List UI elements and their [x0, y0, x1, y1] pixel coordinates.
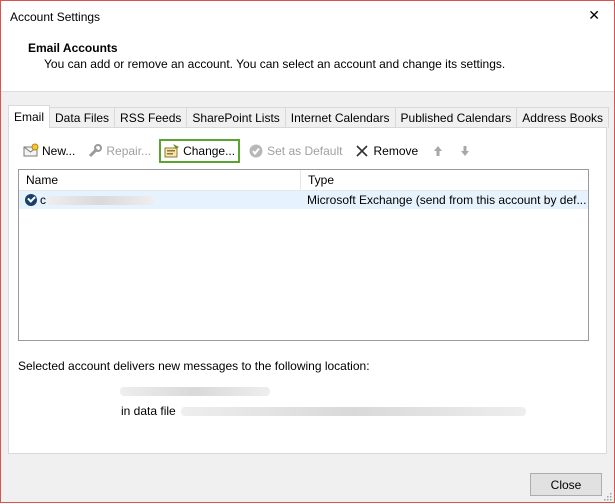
arrow-up-icon — [430, 143, 446, 159]
account-list[interactable]: Name Type c Microsoft Exchange (send fro… — [18, 169, 589, 341]
tab-internet-calendars[interactable]: Internet Calendars — [284, 107, 396, 128]
move-up-button[interactable] — [426, 141, 453, 161]
redacted-mailbox — [120, 387, 270, 396]
delivery-description: Selected account delivers new messages t… — [18, 359, 370, 373]
repair-button[interactable]: Repair... — [83, 141, 155, 161]
remove-button[interactable]: Remove — [350, 141, 422, 161]
set-as-default-label: Set as Default — [267, 144, 343, 158]
list-header: Name Type — [19, 170, 588, 191]
tab-email[interactable]: Email — [8, 105, 51, 128]
default-account-check-icon — [25, 194, 37, 206]
change-button[interactable]: Change... — [159, 139, 241, 163]
tab-sharepoint-lists[interactable]: SharePoint Lists — [186, 107, 286, 128]
move-down-button[interactable] — [453, 141, 480, 161]
column-header-type[interactable]: Type — [301, 170, 334, 190]
wrench-icon — [87, 143, 103, 159]
account-name-cell: c — [19, 193, 300, 207]
email-tab-panel: New... Repair... Change... Set as Defaul… — [8, 127, 607, 454]
new-button-label: New... — [42, 144, 76, 158]
arrow-down-icon — [457, 143, 473, 159]
dialog-header: Email Accounts You can add or remove an … — [1, 33, 614, 92]
account-toolbar: New... Repair... Change... Set as Defaul… — [19, 139, 484, 163]
tab-rss-feeds[interactable]: RSS Feeds — [114, 107, 188, 128]
header-subtitle: You can add or remove an account. You ca… — [44, 57, 506, 71]
close-button[interactable]: Close — [530, 473, 602, 496]
repair-button-label: Repair... — [106, 144, 152, 158]
column-header-name[interactable]: Name — [19, 170, 301, 190]
set-as-default-button[interactable]: Set as Default — [244, 141, 346, 161]
resize-grip-icon[interactable] — [602, 490, 612, 501]
redacted-data-file-path — [180, 406, 526, 416]
dialog-footer: Close — [1, 461, 614, 502]
delivery-location-line — [120, 385, 270, 399]
window-title: Account Settings — [10, 10, 101, 24]
redacted-account-name — [46, 195, 154, 205]
change-account-icon — [164, 143, 180, 159]
account-row[interactable]: c Microsoft Exchange (send from this acc… — [19, 191, 588, 209]
tab-strip: Email Data Files RSS Feeds SharePoint Li… — [8, 105, 609, 128]
tab-address-books[interactable]: Address Books — [516, 107, 609, 128]
data-file-label: in data file — [121, 404, 176, 418]
tab-data-files[interactable]: Data Files — [49, 107, 116, 128]
title-bar: Account Settings ✕ — [1, 1, 614, 33]
tab-published-calendars[interactable]: Published Calendars — [394, 107, 518, 128]
change-button-label: Change... — [183, 144, 236, 158]
new-account-icon — [23, 143, 39, 159]
remove-button-label: Remove — [373, 144, 419, 158]
data-file-line: in data file — [121, 404, 526, 418]
close-icon[interactable]: ✕ — [588, 7, 600, 24]
remove-x-icon — [354, 143, 370, 159]
new-button[interactable]: New... — [19, 141, 79, 161]
account-type-cell: Microsoft Exchange (send from this accou… — [307, 193, 587, 207]
default-check-icon — [248, 143, 264, 159]
account-settings-dialog: Account Settings ✕ Email Accounts You ca… — [0, 0, 615, 503]
header-title: Email Accounts — [28, 41, 118, 55]
